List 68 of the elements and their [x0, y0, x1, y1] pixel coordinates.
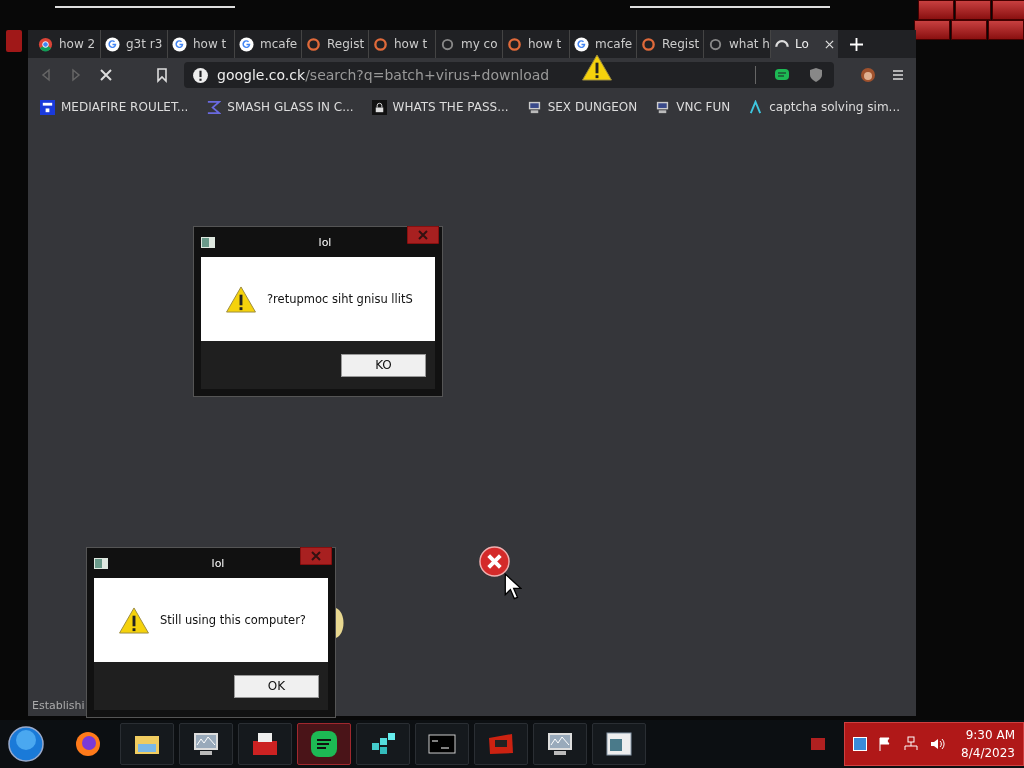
status-text: Establishi	[32, 699, 85, 712]
error-icon	[479, 546, 510, 577]
tile-icon	[40, 99, 55, 115]
flag-icon[interactable]	[877, 736, 893, 752]
ring-icon	[641, 36, 656, 52]
google-icon	[574, 36, 589, 52]
new-tab-icon[interactable]	[850, 37, 863, 51]
browser-tab[interactable]: Lo	[771, 30, 838, 58]
chrome-icon	[38, 36, 53, 52]
taskbar-button[interactable]	[179, 723, 233, 765]
network-icon[interactable]	[903, 736, 919, 752]
dialog-message: ?retupmoc siht gnisu llitS	[267, 292, 413, 306]
square-icon[interactable]	[853, 737, 867, 751]
globe-icon	[440, 36, 455, 52]
warning-icon	[581, 54, 613, 81]
chat-icon[interactable]	[774, 67, 790, 83]
loading-icon	[775, 40, 789, 48]
window-controls[interactable]	[918, 0, 1024, 20]
ring-icon	[306, 36, 321, 52]
clock[interactable]: 9:30 AM 8/4/2023	[961, 728, 1015, 760]
lock-icon	[371, 99, 387, 115]
cursor-icon	[504, 572, 522, 602]
dialog-title: lol	[318, 235, 332, 249]
taskbar-button[interactable]	[533, 723, 587, 765]
warning-icon	[118, 606, 150, 634]
taskbar-button[interactable]	[297, 723, 351, 765]
menu-icon[interactable]	[890, 67, 906, 83]
bookmark-item[interactable]: captcha solving sim...	[748, 99, 900, 115]
app-icon	[94, 557, 108, 569]
bookmark-icon[interactable]	[154, 67, 170, 83]
info-icon	[192, 66, 209, 84]
ok-button[interactable]: KO	[341, 353, 426, 377]
shield-icon[interactable]	[808, 67, 824, 83]
sigma-icon	[206, 99, 222, 115]
computer-icon	[526, 99, 542, 115]
google-icon	[105, 36, 120, 52]
bookmark-item[interactable]: SEX DUNGEON	[526, 99, 638, 115]
taskbar-button[interactable]	[120, 723, 174, 765]
address-field[interactable]: google.co.ck/search?q=batch+virus+download	[184, 62, 834, 88]
lambda-icon	[748, 99, 764, 115]
ring-icon	[507, 36, 522, 52]
dialog-message: Still using this computer?	[160, 613, 306, 627]
firefox-icon	[73, 729, 103, 759]
google-icon	[239, 36, 254, 52]
ring-icon	[373, 36, 388, 52]
bookmark-item[interactable]: SMASH GLASS IN C...	[206, 99, 354, 115]
volume-icon[interactable]	[929, 736, 945, 752]
bookmark-item[interactable]: VNC FUN	[655, 99, 731, 115]
warning-icon	[225, 285, 257, 313]
taskbar-button[interactable]	[356, 723, 410, 765]
taskbar-button[interactable]	[238, 723, 292, 765]
bookmark-item[interactable]: MEDIAFIRE ROULET...	[40, 99, 189, 115]
start-button[interactable]	[8, 726, 44, 762]
google-icon	[172, 36, 187, 52]
app-icon	[201, 236, 215, 248]
window-controls[interactable]	[914, 20, 1024, 40]
window-icon	[604, 729, 634, 759]
globe-icon	[708, 36, 723, 52]
dialog-title: lol	[211, 556, 225, 570]
ok-button[interactable]: OK	[234, 674, 319, 698]
blob-icon	[336, 608, 346, 638]
bookmark-item[interactable]: WHATS THE PASS...	[371, 99, 509, 115]
taskbar-button[interactable]	[592, 723, 646, 765]
close-tab-icon[interactable]	[825, 39, 834, 49]
stop-icon[interactable]	[98, 67, 114, 83]
avatar-icon[interactable]	[860, 67, 876, 83]
computer-icon	[655, 99, 671, 115]
music-app-icon	[309, 729, 339, 759]
